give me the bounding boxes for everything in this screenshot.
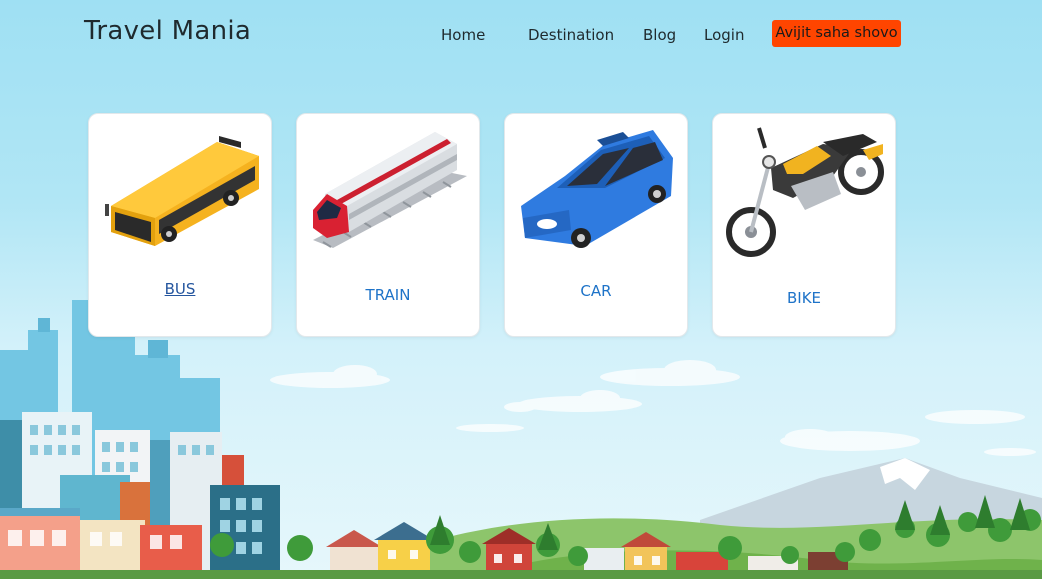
- bus-icon: [105, 136, 259, 246]
- vehicle-label-bike[interactable]: BIKE: [713, 289, 895, 307]
- travel-landing-page: Travel Mania Home Destination Blog Login…: [0, 0, 1042, 579]
- top-navbar: Travel Mania Home Destination Blog Login…: [0, 0, 1042, 68]
- vehicle-card-train[interactable]: TRAIN: [296, 113, 480, 337]
- vehicle-card-bike[interactable]: BIKE: [712, 113, 896, 337]
- nav-link-destination[interactable]: Destination: [528, 26, 614, 44]
- site-title[interactable]: Travel Mania: [84, 16, 251, 46]
- nav-link-home[interactable]: Home: [441, 26, 485, 44]
- vehicle-label-bus[interactable]: BUS: [89, 280, 271, 298]
- train-icon: [313, 132, 467, 248]
- nav-link-blog[interactable]: Blog: [643, 26, 676, 44]
- vehicle-label-car[interactable]: CAR: [505, 282, 687, 300]
- user-name-button[interactable]: Avijit saha shovo: [772, 20, 901, 47]
- car-icon: [521, 130, 673, 248]
- vehicle-label-train[interactable]: TRAIN: [297, 286, 479, 304]
- vehicle-card-bus[interactable]: BUS: [88, 113, 272, 337]
- motorbike-icon: [726, 127, 884, 257]
- vehicle-card-car[interactable]: CAR: [504, 113, 688, 337]
- nav-link-login[interactable]: Login: [704, 26, 744, 44]
